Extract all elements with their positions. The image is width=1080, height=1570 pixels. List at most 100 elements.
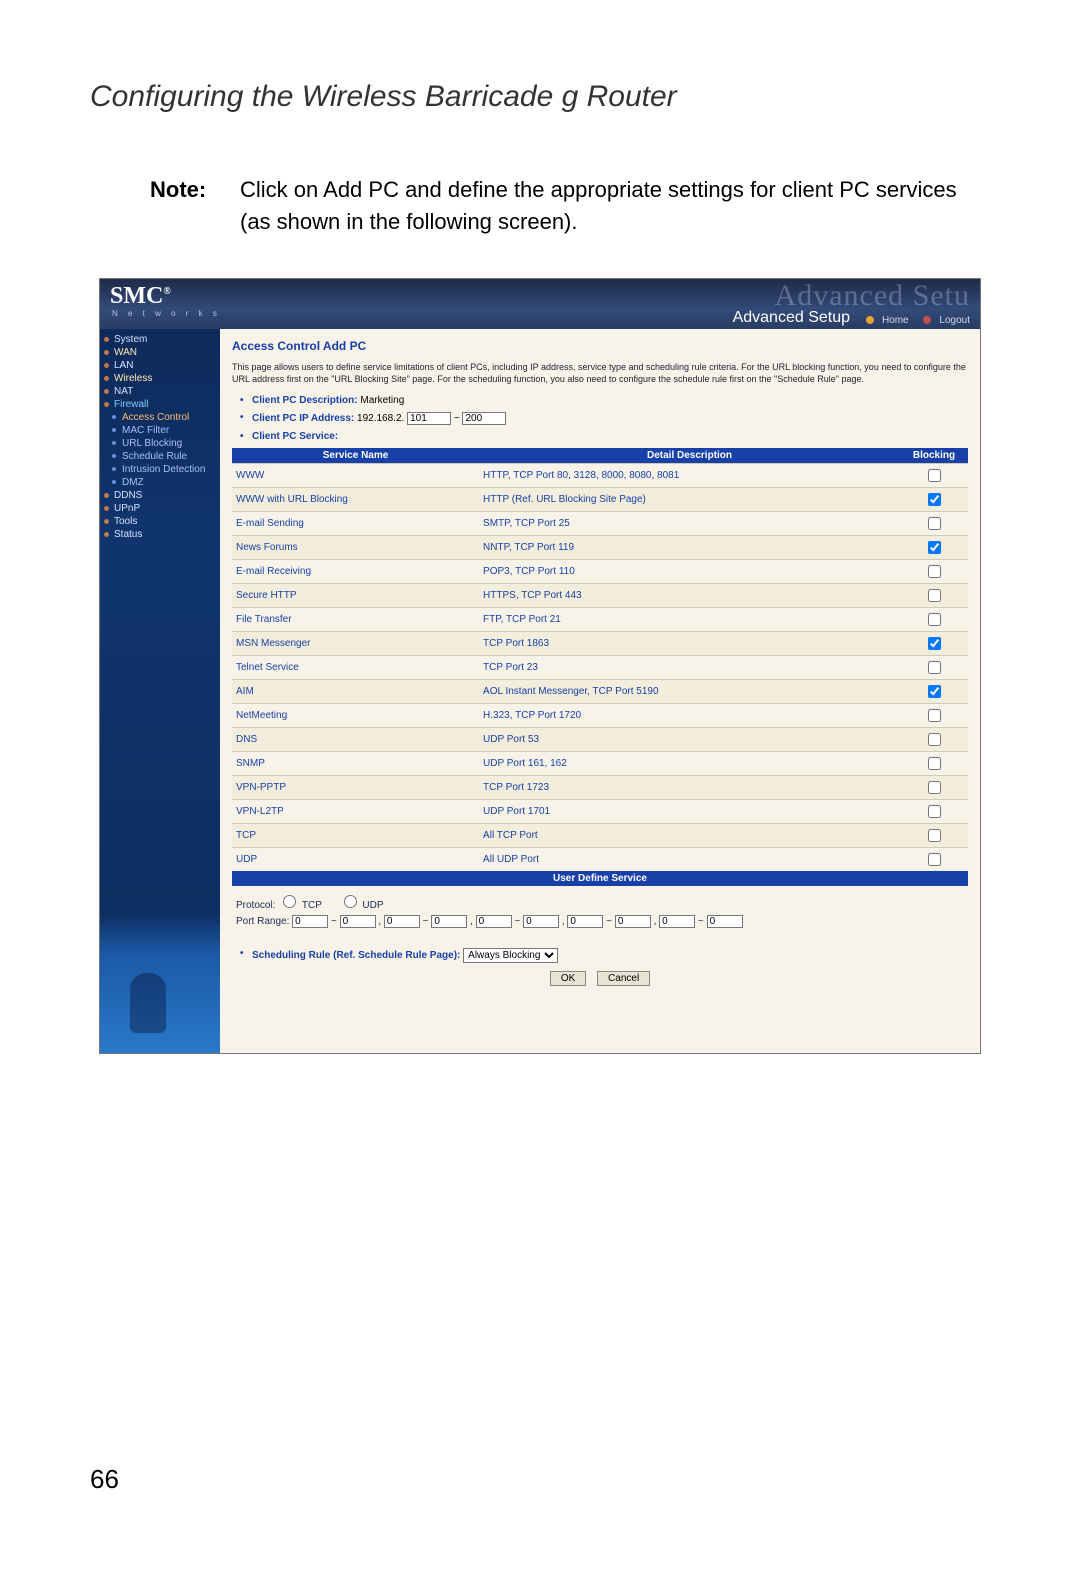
protocol-label: Protocol:	[236, 900, 275, 911]
service-name: Secure HTTP	[232, 584, 479, 608]
sidebar-item-system[interactable]: System	[100, 333, 220, 346]
doc-title: Configuring the Wireless Barricade g Rou…	[90, 80, 990, 114]
blocking-checkbox[interactable]	[928, 853, 941, 866]
blocking-checkbox[interactable]	[928, 829, 941, 842]
schedule-row: Scheduling Rule (Ref. Schedule Rule Page…	[252, 948, 968, 963]
sidebar-item-intrusion-detection[interactable]: Intrusion Detection	[100, 463, 220, 476]
sidebar-decoration	[100, 913, 220, 1053]
logout-link[interactable]: Logout	[917, 315, 970, 326]
service-blocking-cell	[900, 848, 968, 872]
sidebar-item-dmz[interactable]: DMZ	[100, 476, 220, 489]
blocking-checkbox[interactable]	[928, 541, 941, 554]
table-row: E-mail SendingSMTP, TCP Port 25	[232, 512, 968, 536]
port-range-label: Port Range:	[236, 916, 289, 927]
sidebar-item-mac-filter[interactable]: MAC Filter	[100, 424, 220, 437]
sidebar-item-upnp[interactable]: UPnP	[100, 502, 220, 515]
service-blocking-cell	[900, 656, 968, 680]
protocol-tcp[interactable]: TCP	[278, 900, 322, 911]
service-detail: TCP Port 1723	[479, 776, 900, 800]
table-row: AIMAOL Instant Messenger, TCP Port 5190	[232, 680, 968, 704]
blocking-checkbox[interactable]	[928, 565, 941, 578]
port-sep: ~	[695, 916, 706, 927]
table-row: WWWHTTP, TCP Port 80, 3128, 8000, 8080, …	[232, 464, 968, 488]
schedule-select[interactable]: Always Blocking	[463, 948, 558, 963]
blocking-checkbox[interactable]	[928, 613, 941, 626]
service-name: MSN Messenger	[232, 632, 479, 656]
sidebar-item-ddns[interactable]: DDNS	[100, 489, 220, 502]
port-sep: ~	[328, 916, 339, 927]
port-end-input[interactable]	[707, 915, 743, 928]
port-end-input[interactable]	[431, 915, 467, 928]
blocking-checkbox[interactable]	[928, 733, 941, 746]
port-sep: ~	[603, 916, 614, 927]
port-end-input[interactable]	[523, 915, 559, 928]
service-blocking-cell	[900, 560, 968, 584]
blocking-checkbox[interactable]	[928, 757, 941, 770]
cancel-button[interactable]: Cancel	[597, 971, 650, 986]
service-detail: UDP Port 1701	[479, 800, 900, 824]
service-detail: SMTP, TCP Port 25	[479, 512, 900, 536]
port-end-input[interactable]	[615, 915, 651, 928]
sidebar: SystemWANLANWirelessNATFirewallAccess Co…	[100, 329, 220, 1053]
port-end-input[interactable]	[340, 915, 376, 928]
table-row: Telnet ServiceTCP Port 23	[232, 656, 968, 680]
service-blocking-cell	[900, 680, 968, 704]
blocking-checkbox[interactable]	[928, 685, 941, 698]
service-table: Service Name Detail Description Blocking…	[232, 448, 968, 871]
note-block: Note: Click on Add PC and define the app…	[150, 174, 990, 238]
service-blocking-cell	[900, 824, 968, 848]
sidebar-item-firewall[interactable]: Firewall	[100, 398, 220, 411]
service-blocking-cell	[900, 512, 968, 536]
table-row: UDPAll UDP Port	[232, 848, 968, 872]
blocking-checkbox[interactable]	[928, 469, 941, 482]
port-start-input[interactable]	[292, 915, 328, 928]
content-panel: Access Control Add PC This page allows u…	[220, 329, 980, 1053]
sidebar-item-status[interactable]: Status	[100, 528, 220, 541]
service-name: DNS	[232, 728, 479, 752]
port-comma: ,	[651, 916, 659, 927]
sidebar-item-schedule-rule[interactable]: Schedule Rule	[100, 450, 220, 463]
sidebar-item-wireless[interactable]: Wireless	[100, 372, 220, 385]
service-detail: UDP Port 53	[479, 728, 900, 752]
table-row: MSN MessengerTCP Port 1863	[232, 632, 968, 656]
sidebar-item-nat[interactable]: NAT	[100, 385, 220, 398]
table-row: NetMeetingH.323, TCP Port 1720	[232, 704, 968, 728]
service-detail: H.323, TCP Port 1720	[479, 704, 900, 728]
blocking-checkbox[interactable]	[928, 493, 941, 506]
blocking-checkbox[interactable]	[928, 589, 941, 602]
blocking-checkbox[interactable]	[928, 709, 941, 722]
blocking-checkbox[interactable]	[928, 637, 941, 650]
blocking-checkbox[interactable]	[928, 517, 941, 530]
header-title: Advanced Setup	[733, 309, 850, 327]
brand-subtext: N e t w o r k s	[112, 309, 221, 318]
ok-button[interactable]: OK	[550, 971, 586, 986]
port-start-input[interactable]	[476, 915, 512, 928]
ip-start-input[interactable]	[407, 412, 451, 425]
sidebar-item-tools[interactable]: Tools	[100, 515, 220, 528]
home-link[interactable]: Home	[860, 315, 909, 326]
sidebar-item-wan[interactable]: WAN	[100, 346, 220, 359]
table-row: News ForumsNNTP, TCP Port 119	[232, 536, 968, 560]
port-sep: ~	[420, 916, 431, 927]
note-label: Note:	[150, 174, 240, 238]
blocking-checkbox[interactable]	[928, 781, 941, 794]
table-row: VPN-L2TPUDP Port 1701	[232, 800, 968, 824]
ip-end-input[interactable]	[462, 412, 506, 425]
service-blocking-cell	[900, 584, 968, 608]
client-desc-row: Client PC Description: Marketing	[252, 395, 968, 406]
protocol-udp[interactable]: UDP	[339, 900, 384, 911]
service-name: E-mail Receiving	[232, 560, 479, 584]
service-name: E-mail Sending	[232, 512, 479, 536]
port-start-input[interactable]	[384, 915, 420, 928]
port-comma: ,	[467, 916, 475, 927]
port-start-input[interactable]	[659, 915, 695, 928]
sidebar-item-lan[interactable]: LAN	[100, 359, 220, 372]
service-blocking-cell	[900, 800, 968, 824]
header-ghost-text: Advanced Setu	[775, 279, 970, 313]
port-start-input[interactable]	[567, 915, 603, 928]
service-blocking-cell	[900, 704, 968, 728]
sidebar-item-url-blocking[interactable]: URL Blocking	[100, 437, 220, 450]
blocking-checkbox[interactable]	[928, 805, 941, 818]
sidebar-item-access-control[interactable]: Access Control	[100, 411, 220, 424]
blocking-checkbox[interactable]	[928, 661, 941, 674]
